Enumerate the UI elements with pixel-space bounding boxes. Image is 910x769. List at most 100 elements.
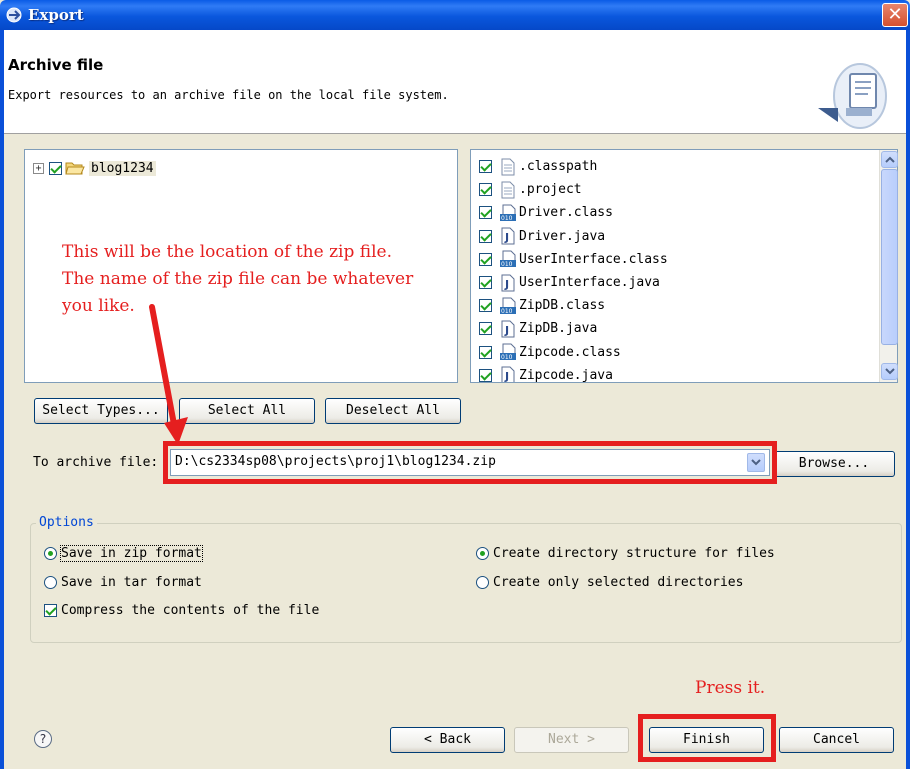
file-checkbox[interactable]: [479, 276, 492, 290]
file-list-pane[interactable]: .classpath .project 010 Driver.class J Driver…: [470, 149, 898, 383]
compress-option[interactable]: Compress the contents of the file: [44, 603, 319, 618]
tar-format-radio[interactable]: [44, 576, 57, 589]
java-file-icon: J: [501, 274, 515, 292]
file-list-item[interactable]: .classpath: [479, 155, 668, 178]
page-description: Export resources to an archive file on t…: [8, 88, 449, 102]
chevron-up-icon: [885, 156, 895, 163]
file-label: Zipcode.java: [519, 367, 613, 383]
archive-path-highlight: [163, 441, 777, 484]
back-button[interactable]: < Back: [390, 727, 505, 753]
file-label: UserInterface.class: [519, 251, 668, 267]
svg-text:J: J: [504, 370, 509, 383]
text-file-icon: [501, 181, 515, 199]
svg-text:010: 010: [501, 261, 513, 268]
file-checkbox[interactable]: [479, 183, 492, 197]
zip-format-option[interactable]: Save in zip format: [44, 545, 203, 562]
window-frame-left: [0, 30, 4, 769]
browse-button[interactable]: Browse...: [773, 451, 895, 477]
file-checkbox[interactable]: [479, 206, 492, 220]
file-list-scrollbar[interactable]: [879, 150, 898, 382]
dir-structure-label: Create directory structure for files: [493, 546, 775, 561]
file-checkbox[interactable]: [479, 322, 492, 336]
selected-dirs-option[interactable]: Create only selected directories: [476, 575, 743, 590]
file-list-item[interactable]: J Zipcode.java: [479, 364, 668, 383]
text-file-icon: [501, 158, 515, 176]
finish-button-highlight: [638, 714, 776, 762]
java-file-icon: J: [501, 320, 515, 338]
file-checkbox[interactable]: [479, 160, 492, 174]
java-file-icon: J: [501, 227, 515, 245]
project-tree-pane[interactable]: + blog1234: [24, 149, 458, 383]
close-icon: ✕: [887, 4, 903, 25]
close-button[interactable]: ✕: [882, 3, 908, 27]
scroll-thumb[interactable]: [881, 169, 898, 345]
file-list-item[interactable]: J ZipDB.java: [479, 317, 668, 340]
file-label: .classpath: [519, 159, 598, 175]
cancel-button[interactable]: Cancel: [779, 727, 894, 753]
window-title: Export: [28, 6, 84, 24]
annotation-location-line2: The name of the zip file can be whatever: [62, 269, 414, 289]
file-list: .classpath .project 010 Driver.class J Driver…: [479, 155, 668, 383]
class-file-icon: 010: [500, 343, 516, 361]
selected-dirs-label: Create only selected directories: [493, 575, 744, 590]
file-list-item[interactable]: J Driver.java: [479, 225, 668, 248]
annotation-arrow: [149, 304, 188, 445]
file-list-item[interactable]: J UserInterface.java: [479, 271, 668, 294]
class-file-icon: 010: [500, 297, 516, 315]
tree-item-project[interactable]: + blog1234: [33, 158, 156, 178]
file-label: Zipcode.class: [519, 344, 621, 360]
svg-text:J: J: [504, 324, 509, 337]
archive-export-icon: [818, 63, 887, 129]
archive-file-label: To archive file:: [33, 455, 159, 470]
class-file-icon: 010: [500, 250, 516, 268]
scroll-up-button[interactable]: [881, 151, 898, 168]
file-label: Driver.class: [519, 205, 613, 221]
file-label: ZipDB.java: [519, 321, 598, 337]
file-label: UserInterface.java: [519, 275, 660, 291]
file-list-item[interactable]: 010 Driver.class: [479, 201, 668, 224]
scroll-down-button[interactable]: [881, 363, 898, 380]
file-list-item[interactable]: 010 UserInterface.class: [479, 248, 668, 271]
help-icon[interactable]: ?: [34, 730, 52, 748]
compress-label: Compress the contents of the file: [61, 603, 320, 618]
file-label: .project: [519, 182, 582, 198]
file-list-item[interactable]: .project: [479, 178, 668, 201]
file-list-item[interactable]: 010 Zipcode.class: [479, 341, 668, 364]
tar-format-option[interactable]: Save in tar format: [44, 575, 202, 590]
annotation-press-it: Press it.: [695, 678, 766, 698]
zip-format-label: Save in zip format: [60, 545, 203, 562]
file-checkbox[interactable]: [479, 252, 492, 266]
svg-text:010: 010: [501, 308, 513, 315]
deselect-all-button[interactable]: Deselect All: [325, 398, 461, 424]
wizard-banner: Archive file Export resources to an arch…: [4, 30, 906, 134]
project-checkbox[interactable]: [49, 161, 62, 175]
java-file-icon: J: [501, 366, 515, 383]
svg-text:010: 010: [501, 215, 513, 222]
dir-structure-radio[interactable]: [476, 547, 489, 560]
window-frame-right: [906, 30, 910, 769]
svg-text:010: 010: [501, 354, 513, 361]
file-checkbox[interactable]: [479, 368, 492, 382]
export-window-icon: [6, 7, 22, 23]
title-bar: Export ✕: [0, 0, 910, 30]
page-title: Archive file: [8, 56, 104, 74]
project-label: blog1234: [89, 160, 156, 176]
dir-structure-option[interactable]: Create directory structure for files: [476, 546, 775, 561]
zip-format-radio[interactable]: [44, 547, 57, 560]
svg-text:J: J: [504, 278, 509, 291]
compress-checkbox[interactable]: [44, 604, 57, 617]
annotation-location-line1: This will be the location of the zip fil…: [62, 242, 392, 262]
open-folder-icon: [65, 162, 85, 175]
file-label: Driver.java: [519, 228, 606, 244]
file-checkbox[interactable]: [479, 229, 492, 243]
file-checkbox[interactable]: [479, 299, 492, 313]
svg-text:J: J: [504, 231, 509, 244]
expand-icon[interactable]: +: [33, 162, 44, 174]
tar-format-label: Save in tar format: [61, 575, 202, 590]
annotation-location-line3: you like.: [62, 296, 135, 316]
selected-dirs-radio[interactable]: [476, 576, 489, 589]
file-checkbox[interactable]: [479, 345, 492, 359]
chevron-down-icon: [885, 368, 895, 375]
file-label: ZipDB.class: [519, 298, 606, 314]
file-list-item[interactable]: 010 ZipDB.class: [479, 294, 668, 317]
